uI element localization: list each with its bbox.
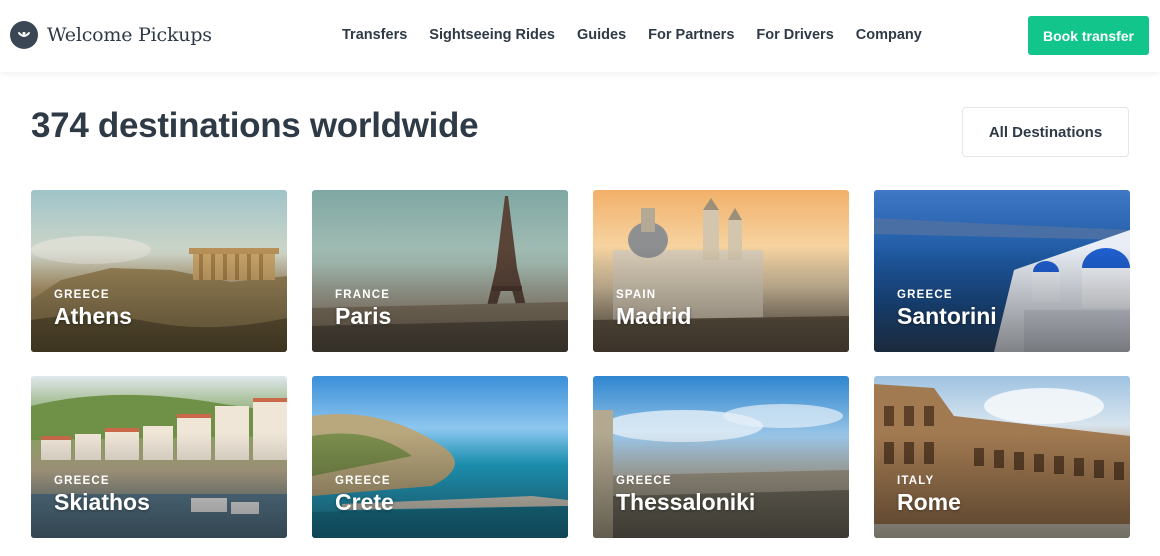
card-city: Crete bbox=[335, 489, 394, 515]
card-country: GREECE bbox=[616, 475, 672, 487]
card-country: FRANCE bbox=[335, 289, 391, 301]
all-destinations-button[interactable]: All Destinations bbox=[962, 107, 1129, 157]
card-city: Santorini bbox=[897, 303, 997, 329]
card-city: Rome bbox=[897, 489, 961, 515]
destination-card-crete[interactable]: GREECE Crete bbox=[312, 376, 568, 538]
nav-link-for-partners[interactable]: For Partners bbox=[648, 27, 734, 43]
card-city: Madrid bbox=[616, 303, 692, 329]
nav-link-for-drivers[interactable]: For Drivers bbox=[756, 27, 833, 43]
logo-icon bbox=[10, 21, 38, 49]
site-logo[interactable]: Welcome Pickups bbox=[10, 21, 212, 49]
card-country: GREECE bbox=[54, 475, 110, 487]
book-transfer-button[interactable]: Book transfer bbox=[1028, 16, 1149, 55]
nav-link-sightseeing-rides[interactable]: Sightseeing Rides bbox=[429, 27, 555, 43]
site-header: Welcome Pickups Transfers Sightseeing Ri… bbox=[0, 0, 1160, 72]
card-country: GREECE bbox=[335, 475, 391, 487]
destination-card-madrid[interactable]: SPAIN Madrid bbox=[593, 190, 849, 352]
destination-card-rome[interactable]: ITALY Rome bbox=[874, 376, 1130, 538]
destination-card-thessaloniki[interactable]: GREECE Thessaloniki bbox=[593, 376, 849, 538]
card-city: Skiathos bbox=[54, 489, 150, 515]
destination-card-santorini[interactable]: GREECE Santorini bbox=[874, 190, 1130, 352]
card-country: GREECE bbox=[897, 289, 953, 301]
destination-card-paris[interactable]: FRANCE Paris bbox=[312, 190, 568, 352]
main-nav: Transfers Sightseeing Rides Guides For P… bbox=[342, 27, 922, 43]
card-country: ITALY bbox=[897, 475, 935, 487]
logo-text: Welcome Pickups bbox=[47, 24, 212, 46]
card-country: SPAIN bbox=[616, 289, 657, 301]
card-city: Paris bbox=[335, 303, 392, 329]
nav-link-guides[interactable]: Guides bbox=[577, 27, 626, 43]
destinations-grid: GREECE Athens FRANCE Paris SPAIN Madrid … bbox=[31, 190, 1130, 538]
card-country: GREECE bbox=[54, 289, 110, 301]
nav-link-company[interactable]: Company bbox=[856, 27, 922, 43]
card-city: Thessaloniki bbox=[616, 489, 756, 515]
card-city: Athens bbox=[54, 303, 132, 329]
nav-link-transfers[interactable]: Transfers bbox=[342, 27, 407, 43]
destination-card-skiathos[interactable]: GREECE Skiathos bbox=[31, 376, 287, 538]
page-title: 374 destinations worldwide bbox=[31, 106, 479, 145]
destination-card-athens[interactable]: GREECE Athens bbox=[31, 190, 287, 352]
